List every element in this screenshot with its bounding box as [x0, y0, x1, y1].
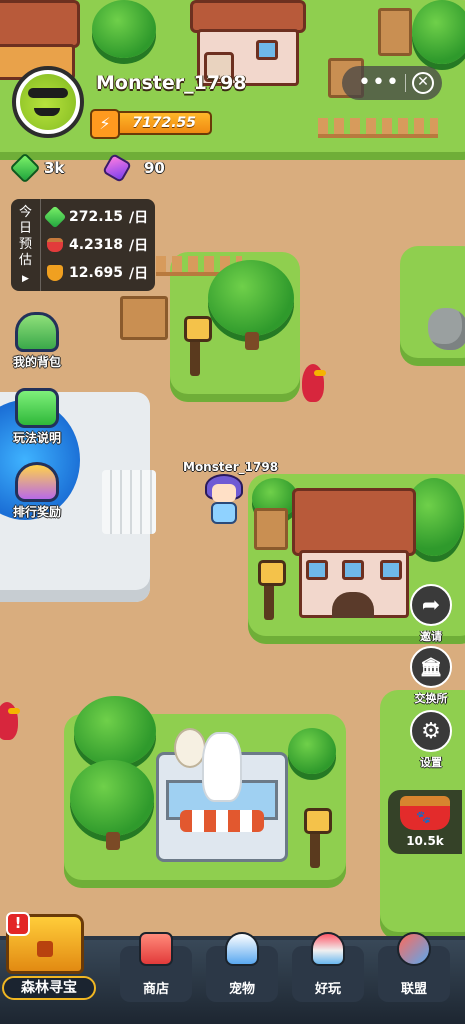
- nav-alliance-label: 联盟: [400, 982, 427, 997]
- forecast-unit: /日: [129, 238, 149, 254]
- green-gem-value: 3k: [44, 159, 65, 177]
- more-icon[interactable]: •••: [350, 72, 400, 94]
- handshake-icon: [397, 932, 431, 966]
- capsule-divider: [405, 74, 407, 92]
- ranking-label: 排行奖励: [12, 505, 61, 519]
- forecast-label-char: 预: [18, 237, 32, 252]
- username: Monster_1798: [96, 72, 247, 94]
- forecast-label-char: 估: [18, 253, 32, 268]
- arcade-icon: [311, 932, 345, 966]
- purple-gem-value: 90: [144, 159, 165, 177]
- backpack-button[interactable]: 我的背包: [6, 312, 68, 370]
- exchange-button[interactable]: 🏛 交换所: [408, 646, 454, 706]
- nav-shop[interactable]: 商店: [120, 932, 192, 1002]
- forecast-label: 今 日 预 估 ▶: [11, 199, 41, 291]
- settings-button[interactable]: ⚙ 设置: [408, 710, 454, 770]
- settings-label: 设置: [420, 756, 442, 769]
- alert-icon: !: [6, 912, 30, 936]
- play-icon[interactable]: ▶: [22, 271, 29, 287]
- nav-alliance[interactable]: 联盟: [378, 932, 450, 1002]
- green-gem-counter: 3k: [9, 152, 65, 184]
- gamepad-icon: [15, 388, 59, 428]
- forecast-unit: /日: [129, 266, 149, 282]
- daily-forecast-panel[interactable]: 今 日 预 估 ▶ 272.15 /日 4.2318 /日 12.695 /日: [11, 199, 155, 291]
- pet-food-count: 10.5k: [406, 834, 444, 848]
- purple-gem-icon: [101, 152, 133, 184]
- pet-icon: [225, 932, 259, 966]
- nav-shop-label: 商店: [142, 982, 169, 997]
- backpack-icon: [15, 312, 59, 352]
- green-gem-icon: [9, 152, 41, 184]
- backpack-label: 我的背包: [12, 355, 61, 369]
- forecast-label-char: 日: [18, 221, 32, 236]
- player-avatar[interactable]: [12, 66, 84, 138]
- forecast-row: 4.2318 /日: [47, 235, 149, 255]
- shop-icon: [139, 932, 173, 966]
- nav-fun[interactable]: 好玩: [292, 932, 364, 1002]
- forecast-row: 272.15 /日: [43, 205, 149, 229]
- forest-treasure-button[interactable]: ! 森林寻宝: [0, 910, 100, 1002]
- forecast-unit: /日: [129, 210, 149, 226]
- power-value: 7172.55: [132, 115, 196, 131]
- forecast-value: 12.695: [69, 265, 124, 281]
- exchange-label: 交换所: [414, 692, 448, 705]
- lightning-icon: ⚡: [90, 109, 120, 139]
- gear-icon: ⚙: [410, 710, 452, 752]
- pet-food-button[interactable]: 10.5k: [388, 790, 462, 854]
- forecast-label-char: 今: [18, 205, 32, 220]
- nav-fun-label: 好玩: [314, 982, 341, 997]
- share-arrow-icon: ➦: [410, 584, 452, 626]
- trophy-icon: [15, 462, 59, 502]
- nav-pet[interactable]: 宠物: [206, 932, 278, 1002]
- how-to-play-button[interactable]: 玩法说明: [6, 388, 68, 446]
- monster-avatar-icon: [20, 74, 76, 130]
- ranking-button[interactable]: 排行奖励: [6, 462, 68, 520]
- invite-label: 邀请: [420, 630, 442, 643]
- close-icon[interactable]: ✕: [412, 72, 434, 94]
- how-to-play-label: 玩法说明: [12, 431, 61, 445]
- mini-program-capsule: ••• ✕: [342, 66, 442, 100]
- purple-gem-counter: 90: [101, 152, 165, 184]
- bank-icon: 🏛: [410, 646, 452, 688]
- nav-pet-label: 宠物: [228, 982, 255, 997]
- invite-button[interactable]: ➦ 邀请: [408, 584, 454, 644]
- food-can-icon: [47, 238, 63, 252]
- forest-treasure-label: 森林寻宝: [2, 976, 96, 1000]
- pet-food-bowl-icon: [400, 796, 450, 830]
- power-bar: ⚡ 7172.55: [90, 109, 212, 139]
- forecast-value: 4.2318: [69, 237, 124, 253]
- green-gem-icon: [43, 205, 67, 229]
- shield-icon: [47, 265, 63, 281]
- forecast-value: 272.15: [69, 209, 124, 225]
- forecast-row: 12.695 /日: [47, 263, 149, 283]
